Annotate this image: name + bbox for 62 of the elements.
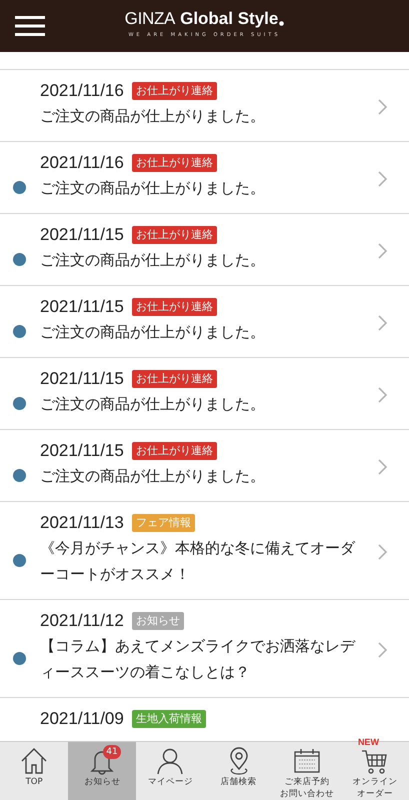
chevron-right-icon — [378, 99, 387, 115]
logo-text: GINZA — [124, 9, 176, 29]
notice-date: 2021/11/15 — [40, 441, 124, 461]
notice-date: 2021/11/16 — [40, 153, 124, 173]
tab-label: TOP — [26, 777, 43, 788]
notice-date: 2021/11/13 — [40, 513, 124, 533]
category-tag: お仕上がり連絡 — [132, 226, 217, 244]
category-tag: フェア情報 — [132, 514, 195, 532]
tab-item[interactable]: 41 お知らせ — [68, 742, 136, 800]
tab-label: お知らせ — [84, 777, 120, 788]
category-tag: お知らせ — [132, 612, 184, 630]
notice-row[interactable]: 2021/11/16 お仕上がり連絡 ご注文の商品が仕上がりました。 — [0, 70, 409, 142]
notice-date: 2021/11/15 — [40, 225, 124, 245]
count-badge: 41 — [103, 745, 121, 759]
notice-row[interactable]: 2021/11/12 お知らせ 【コラム】あえてメンズライクでお洒落なレディーススーツの着こなしとは？ — [0, 600, 409, 698]
tab-label: オーダー — [356, 789, 393, 800]
chevron-right-icon — [378, 171, 387, 187]
category-tag: お仕上がり連絡 — [132, 82, 217, 100]
tab-item[interactable]: ご来店予約 お問い合わせ — [272, 742, 341, 800]
chevron-right-icon — [378, 387, 387, 403]
category-tag: お仕上がり連絡 — [132, 370, 217, 388]
tab-item[interactable]: マイページ — [136, 742, 205, 800]
tab-label: オンライン — [352, 777, 398, 788]
notice-title: ご注文の商品が仕上がりました。 — [40, 106, 266, 127]
notice-title: 【コラム】あえてメンズライクでお洒落なレディーススーツの着こなしとは？ — [40, 636, 356, 683]
person-icon — [155, 746, 186, 776]
chevron-right-icon — [378, 642, 387, 658]
category-tag: お仕上がり連絡 — [132, 298, 217, 316]
category-tag: お仕上がり連絡 — [132, 154, 217, 172]
notice-title: ご注文の商品が仕上がりました。 — [40, 178, 266, 199]
category-tag: 生地入荷情報 — [132, 710, 206, 728]
notice-title: 《今月がチャンス》本格的な冬に備えてオーダーコートがオススメ！ — [40, 538, 356, 585]
logo-text: Global Style — [180, 9, 278, 29]
tab-label: お問い合わせ — [280, 789, 334, 800]
tab-item[interactable]: 店舗検索 — [204, 742, 273, 800]
notice-row[interactable]: 2021/11/13 フェア情報 《今月がチャンス》本格的な冬に備えてオーダーコートがオススメ！ — [0, 502, 409, 600]
notice-row[interactable]: 2021/11/15 お仕上がり連絡 ご注文の商品が仕上がりました。 — [0, 430, 409, 502]
tab-label: ご来店予約 — [284, 777, 330, 788]
notice-row[interactable]: 2021/11/15 お仕上がり連絡 ご注文の商品が仕上がりました。 — [0, 286, 409, 358]
menu-button[interactable] — [14, 15, 46, 37]
chevron-right-icon — [378, 459, 387, 475]
notice-title: ご注文の商品が仕上がりました。 — [40, 250, 266, 271]
category-tag: お仕上がり連絡 — [132, 442, 217, 460]
notice-row[interactable]: 2021/11/15 お仕上がり連絡 ご注文の商品が仕上がりました。 — [0, 358, 409, 430]
notice-date: 2021/11/15 — [40, 297, 124, 317]
menu-icon — [15, 16, 45, 36]
notice-row[interactable]: 2021/11/16 お仕上がり連絡 ご注文の商品が仕上がりました。 — [0, 142, 409, 214]
tab-label: 店舗検索 — [220, 777, 257, 788]
tab-label: マイページ — [148, 777, 193, 788]
notice-date: 2021/11/15 — [40, 369, 124, 389]
notice-date: 2021/11/12 — [40, 611, 124, 631]
chevron-right-icon — [378, 243, 387, 259]
notice-title: ご注文の商品が仕上がりました。 — [40, 322, 266, 343]
chevron-right-icon — [378, 544, 387, 560]
notice-title: ご注文の商品が仕上がりました。 — [40, 394, 266, 415]
notice-date: 2021/11/16 — [40, 81, 124, 101]
registered-icon — [279, 21, 284, 26]
notice-title: ご注文の商品が仕上がりました。 — [40, 466, 266, 487]
chevron-right-icon — [378, 315, 387, 331]
tab-item[interactable]: TOP — [0, 742, 68, 800]
notice-date: 2021/11/09 — [40, 709, 124, 729]
notice-row[interactable]: 2021/11/15 お仕上がり連絡 ご注文の商品が仕上がりました。 — [0, 214, 409, 286]
